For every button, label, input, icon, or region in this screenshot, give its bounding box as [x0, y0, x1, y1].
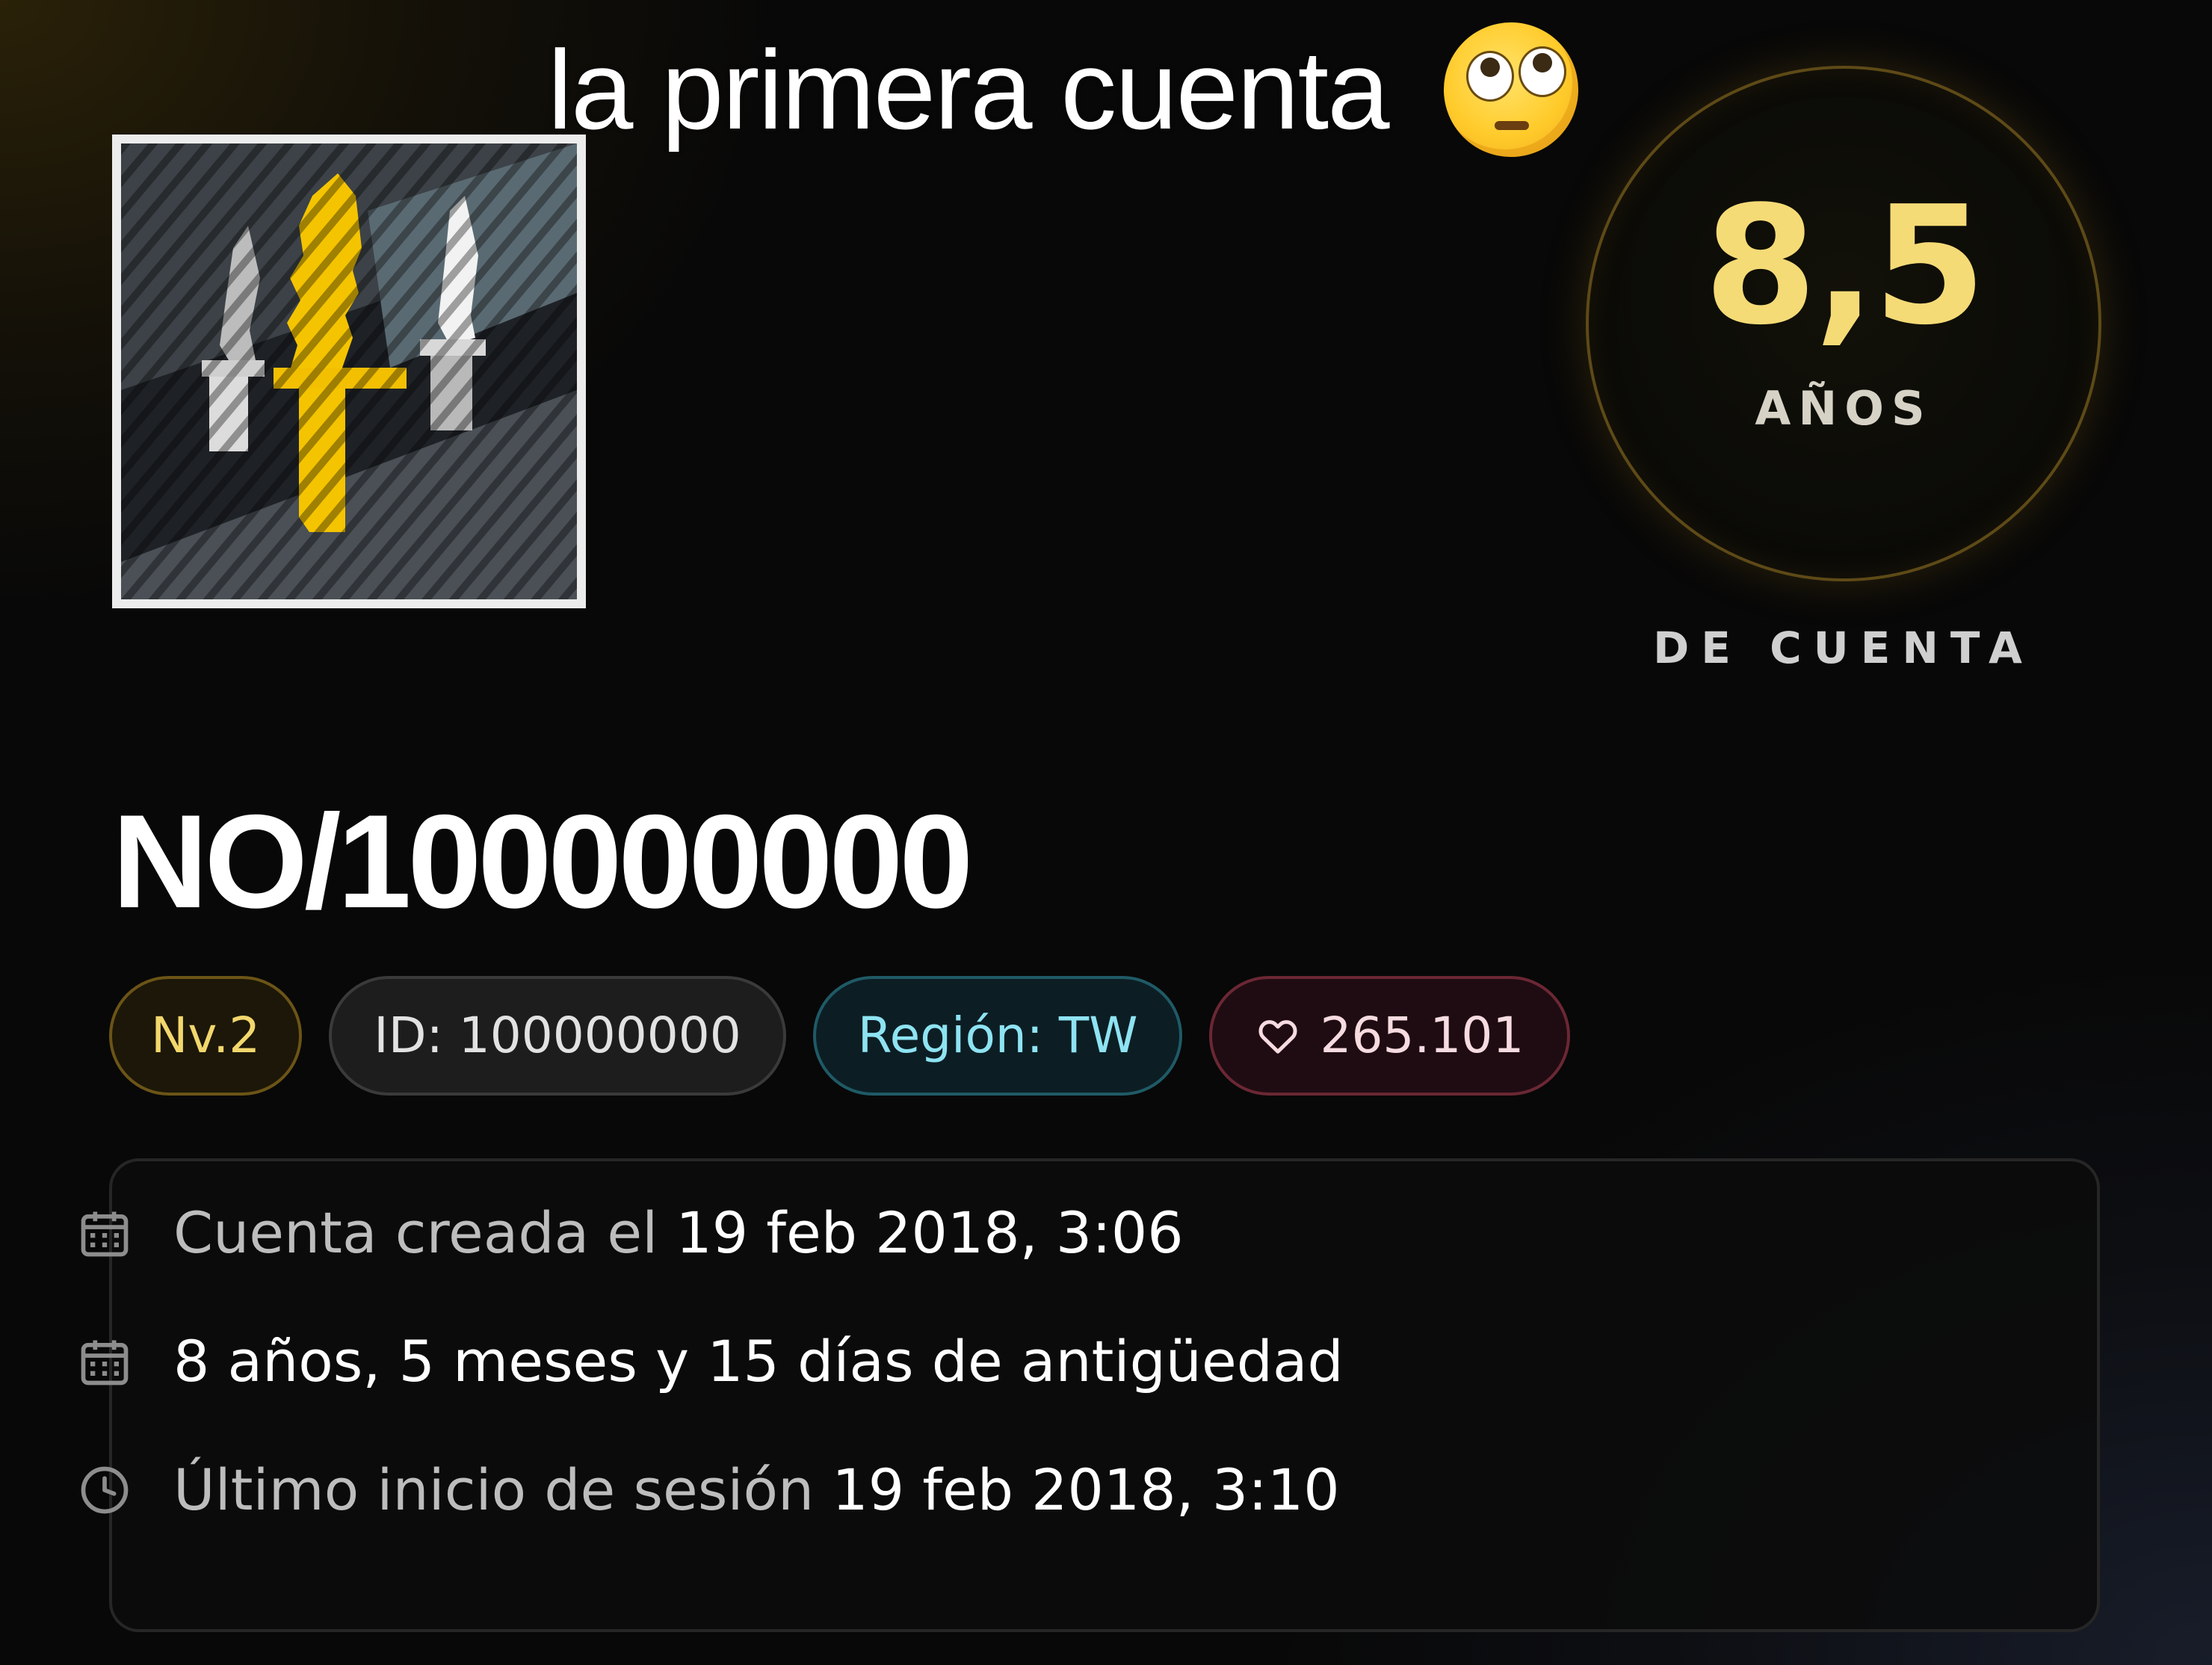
account-age-value: 8,5 — [1703, 172, 1986, 361]
account-age-text: 8 años, 5 meses y 15 días de antigüedad — [173, 1328, 1344, 1394]
badge-row: Nv.2 ID: 100000000 Región: TW 265.101 — [109, 976, 1597, 1096]
region-badge-text: Región: TW — [857, 1007, 1138, 1064]
account-age-unit: AÑOS — [1755, 381, 1933, 436]
caption-text: la primera cuenta — [547, 27, 1390, 153]
likes-badge[interactable]: 265.101 — [1209, 976, 1571, 1096]
clock-icon — [81, 1466, 129, 1514]
account-age-row: 8 años, 5 meses y 15 días de antigüedad — [76, 1324, 1344, 1399]
overlay-caption: la primera cuenta — [0, 21, 2212, 158]
account-created-value: 19 feb 2018, 3:06 — [676, 1199, 1184, 1266]
id-badge[interactable]: ID: 100000000 — [329, 976, 786, 1096]
likes-count: 265.101 — [1320, 1007, 1524, 1064]
calendar-icon — [81, 1211, 129, 1257]
account-age-caption: DE CUENTA — [1653, 623, 2034, 673]
last-login-value: 19 feb 2018, 3:10 — [832, 1457, 1340, 1523]
calendar-icon — [81, 1340, 129, 1386]
username: NO/100000000 — [112, 787, 973, 936]
level-badge-text: Nv.2 — [151, 1007, 261, 1064]
heart-icon — [1258, 1020, 1298, 1054]
level-badge: Nv.2 — [109, 976, 303, 1096]
region-badge: Región: TW — [812, 976, 1183, 1096]
last-login-row: Último inicio de sesión 19 feb 2018, 3:1… — [76, 1453, 1340, 1527]
profile-avatar — [112, 135, 586, 608]
account-created-label: Cuenta creada el — [173, 1199, 658, 1266]
account-created-row: Cuenta creada el 19 feb 2018, 3:06 — [76, 1196, 1184, 1270]
yellow-knife-icon — [121, 143, 577, 599]
last-login-label: Último inicio de sesión — [173, 1457, 815, 1523]
flushed-face-emoji-icon — [1444, 22, 1579, 158]
id-badge-text: ID: 100000000 — [374, 1007, 741, 1064]
